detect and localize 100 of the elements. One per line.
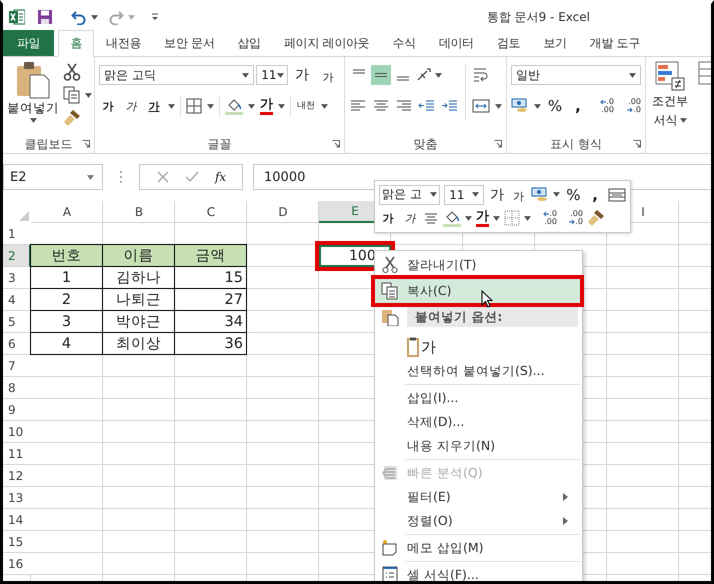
phonetic-guide-button[interactable]: 내천 [296, 101, 316, 111]
table-cell: 4 [30, 332, 103, 355]
menu-item[interactable]: 정렬(O) [375, 509, 580, 533]
wrap-text-icon[interactable] [472, 66, 490, 84]
row-header[interactable]: 2 [3, 245, 31, 267]
fill-color-icon[interactable] [443, 209, 461, 228]
ribbon-tab[interactable]: 내전용 [95, 30, 152, 56]
number-format-dropdown[interactable]: 일반 [511, 65, 641, 85]
paste-button[interactable]: 붙여넣기 [7, 61, 59, 135]
caret-icon[interactable] [85, 92, 92, 98]
column-header[interactable]: B [103, 201, 175, 223]
increase-decimal-button[interactable]: .0 .00 [535, 210, 557, 226]
percent-style-button[interactable]: % [546, 97, 564, 115]
column-header[interactable]: A [31, 201, 103, 223]
header-cell: 번호 [30, 244, 103, 267]
menu-item[interactable]: 삽입(I)... [375, 386, 580, 410]
bold-button[interactable]: 가 [99, 98, 117, 114]
copy-icon[interactable] [63, 86, 81, 104]
column-header[interactable]: C [175, 201, 247, 223]
menu-item[interactable]: 셀 서식(F)... [375, 563, 580, 581]
dialog-launcher-icon[interactable] [494, 140, 502, 148]
excel-logo-icon [9, 9, 25, 25]
save-icon[interactable] [37, 9, 53, 25]
caret-icon[interactable] [680, 118, 686, 123]
caret-icon[interactable] [91, 14, 98, 20]
caret-icon[interactable] [534, 104, 541, 108]
cut-icon[interactable] [63, 63, 81, 81]
caret-icon[interactable] [87, 174, 94, 180]
column-header[interactable]: I [641, 205, 645, 219]
caret-icon[interactable] [168, 104, 175, 108]
dialog-launcher-icon[interactable] [633, 140, 641, 148]
middle-align-icon[interactable] [371, 65, 391, 85]
caret-icon[interactable] [629, 72, 636, 78]
font-color-button[interactable]: 가 [476, 210, 489, 227]
decrease-decimal-button[interactable]: .00 .0 [619, 98, 641, 114]
caret-icon[interactable] [495, 104, 502, 108]
name-box[interactable]: E2 [3, 164, 103, 190]
ribbon-tab[interactable]: 홈 [58, 30, 94, 57]
italic-button[interactable]: 가 [122, 98, 140, 114]
caret-icon[interactable] [430, 192, 438, 198]
ribbon-tab[interactable]: 데이터 [428, 30, 485, 56]
accounting-format-icon[interactable] [531, 186, 550, 204]
caret-icon[interactable] [207, 104, 214, 108]
menu-item[interactable]: 선택하여 붙여넣기(S)... [375, 359, 580, 383]
format-painter-icon[interactable] [63, 109, 81, 127]
caret-icon[interactable] [242, 72, 250, 78]
fill-color-icon[interactable] [225, 97, 243, 115]
font-name-dropdown[interactable]: 맑은 고딕 [99, 65, 254, 85]
borders-icon[interactable] [186, 98, 202, 114]
decrease-font-size-button[interactable]: 가 [316, 66, 340, 84]
font-color-button[interactable]: 가 [260, 98, 273, 114]
ribbon-tab[interactable]: 개발 도구 [578, 30, 652, 56]
font-name-dropdown[interactable]: 맑은 고 [379, 184, 440, 205]
clipboard-icon [16, 61, 50, 99]
undo-icon[interactable] [71, 9, 87, 25]
caret-icon[interactable] [465, 216, 472, 221]
quick-analysis-icon [381, 464, 399, 482]
caret-icon[interactable] [524, 216, 531, 221]
increase-font-size-button[interactable]: 가 [290, 66, 314, 84]
font-size-dropdown[interactable]: 11 [444, 184, 484, 205]
merge-cells-icon[interactable] [472, 97, 490, 115]
dialog-launcher-icon[interactable] [82, 140, 90, 148]
ribbon-tab[interactable]: 보기 [532, 30, 578, 56]
conditional-formatting-button[interactable]: 조건부 서식 [652, 61, 688, 153]
ribbon-tab[interactable]: 삽입 [226, 30, 272, 56]
format-painter-icon[interactable] [587, 209, 605, 228]
column-header[interactable]: D [247, 201, 319, 223]
caret-icon[interactable] [435, 72, 442, 78]
caret-icon[interactable] [278, 104, 285, 108]
menu-item[interactable]: 메모 삽입(M) [375, 536, 580, 560]
customize-toolbar-icon[interactable] [151, 13, 159, 21]
caret-icon[interactable] [321, 104, 328, 108]
caret-icon[interactable] [248, 104, 255, 108]
ribbon-tab[interactable]: 파일 [3, 30, 54, 56]
caret-icon[interactable] [493, 216, 500, 221]
comma-style-button[interactable]: , [569, 97, 587, 115]
decrease-decimal-button[interactable]: .00 .0 [561, 210, 583, 226]
menu-item[interactable]: 필터(E) [375, 485, 580, 509]
caret-icon[interactable] [30, 118, 36, 123]
menu-item[interactable]: 내용 지우기(N) [375, 434, 580, 458]
menu-item[interactable]: 삭제(D)... [375, 410, 580, 434]
ribbon-tab[interactable]: 보안 문서 [153, 30, 226, 56]
increase-decimal-button[interactable]: .0 .00 [592, 98, 614, 114]
caret-icon[interactable] [276, 72, 284, 78]
font-size-dropdown[interactable]: 11 [256, 65, 288, 85]
underline-button[interactable]: 가 [145, 98, 163, 114]
ribbon-tab[interactable]: 수식 [381, 30, 427, 56]
accounting-format-icon[interactable] [511, 97, 529, 115]
insert-function-button[interactable]: fx [214, 170, 226, 184]
ribbon-tab[interactable]: 페이지 레이아웃 [272, 30, 380, 56]
ribbon-tab[interactable]: 검토 [486, 30, 532, 56]
drag-handle-icon[interactable] [119, 170, 123, 184]
caret-icon[interactable] [553, 192, 560, 198]
paste-option-button[interactable]: 가 [407, 331, 436, 357]
dialog-launcher-icon[interactable] [332, 140, 340, 148]
menu-item[interactable]: 복사(C) [375, 279, 580, 303]
italic-button[interactable]: 가 [401, 210, 419, 226]
merge-cells-icon[interactable] [608, 186, 626, 204]
borders-icon[interactable] [504, 210, 520, 226]
caret-icon[interactable] [472, 192, 479, 198]
